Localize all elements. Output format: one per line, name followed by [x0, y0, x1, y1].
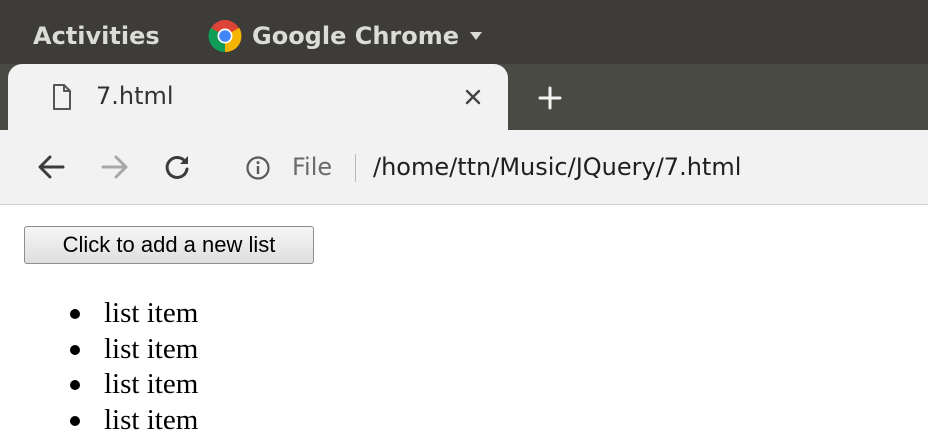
- activities-button[interactable]: Activities: [33, 18, 160, 54]
- list-item-label: list item: [104, 368, 199, 400]
- browser-toolbar: File /home/ttn/Music/JQuery/7.html: [0, 130, 928, 205]
- list-item: list item: [0, 403, 198, 436]
- chrome-logo-icon: [208, 20, 242, 53]
- tab-strip: 7.html: [0, 64, 928, 130]
- url-separator: [355, 154, 356, 182]
- arrow-left-icon[interactable]: [36, 153, 66, 181]
- list-item: list item: [0, 332, 198, 368]
- system-top-bar: Activities Google Chrome: [0, 0, 928, 64]
- plus-icon[interactable]: [536, 84, 564, 112]
- list-item-label: list item: [104, 297, 199, 329]
- app-menu[interactable]: Google Chrome: [208, 18, 483, 54]
- reload-icon[interactable]: [162, 153, 192, 181]
- arrow-right-icon[interactable]: [100, 153, 130, 181]
- bullet-icon: [70, 344, 80, 355]
- document-icon: [53, 84, 71, 110]
- scheme-label[interactable]: File: [292, 149, 332, 185]
- list-item-label: list item: [104, 403, 199, 436]
- list-item: list item: [0, 367, 198, 403]
- tab-title: 7.html: [96, 82, 174, 110]
- caret-down-icon: [470, 32, 483, 40]
- bullet-icon: [70, 415, 80, 426]
- item-list: list item list item list item list item: [0, 296, 198, 436]
- bullet-icon: [70, 380, 80, 390]
- list-item-label: list item: [104, 332, 199, 365]
- app-name: Google Chrome: [252, 22, 460, 50]
- info-icon[interactable]: [245, 155, 271, 181]
- add-list-button[interactable]: Click to add a new list: [24, 226, 314, 264]
- list-item: list item: [0, 296, 198, 332]
- address-bar-url[interactable]: /home/ttn/Music/JQuery/7.html: [373, 149, 741, 185]
- bullet-icon: [70, 309, 80, 319]
- close-icon[interactable]: [462, 86, 484, 108]
- tab-7-html[interactable]: 7.html: [8, 64, 508, 130]
